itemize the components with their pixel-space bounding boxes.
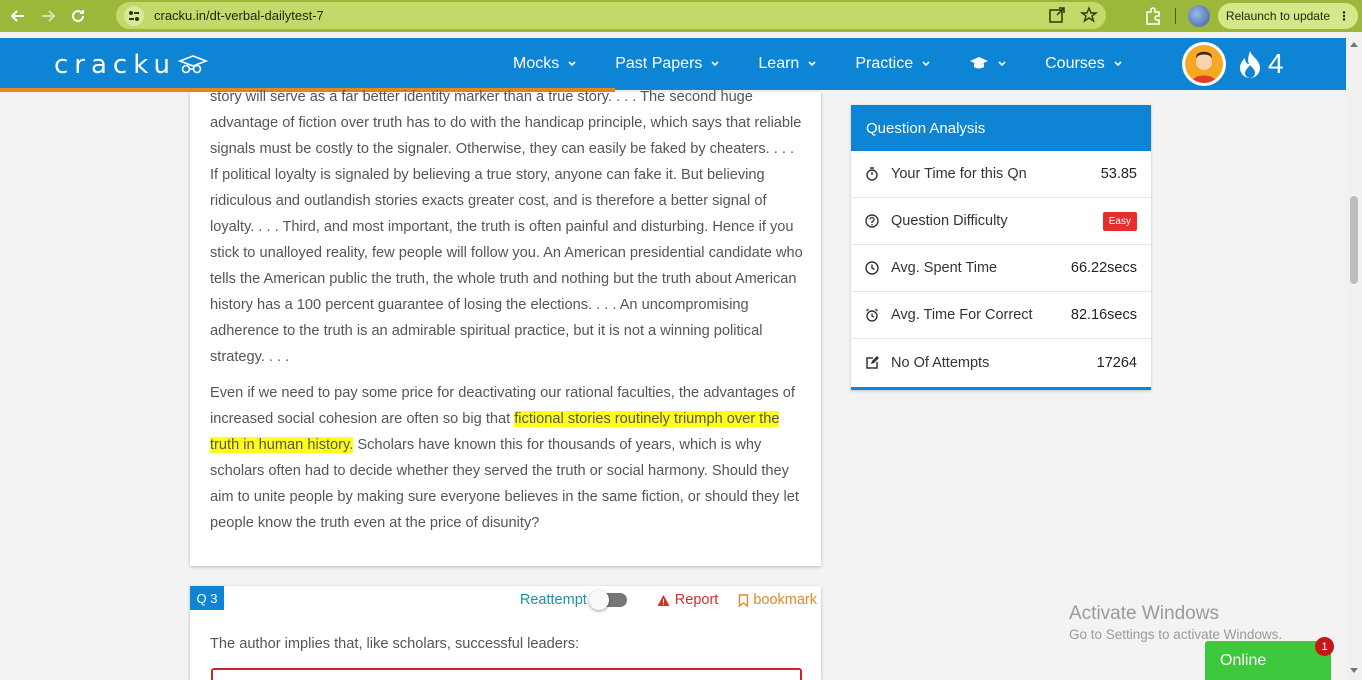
reload-icon[interactable] xyxy=(66,4,90,28)
online-chat-label: Online xyxy=(1220,651,1267,669)
chevron-down-icon xyxy=(922,61,930,67)
passage-card: story will serve as a far better identit… xyxy=(190,89,821,566)
passage-paragraph-2: Even if we need to pay some price for de… xyxy=(210,380,805,536)
back-icon[interactable] xyxy=(6,4,30,28)
graduation-cap-icon xyxy=(177,55,208,74)
question-analysis-panel: Question Analysis Your Time for this Qn … xyxy=(851,105,1151,390)
more-vert-icon[interactable]: ⋮ xyxy=(1338,9,1350,23)
passage-text: story will serve as a far better identit… xyxy=(210,84,805,546)
question-circle-icon xyxy=(865,214,879,228)
scroll-up-icon[interactable] xyxy=(1350,42,1358,47)
answer-option[interactable] xyxy=(211,668,802,680)
relaunch-label: Relaunch to update xyxy=(1225,9,1330,23)
browser-toolbar: cracku.in/dt-verbal-dailytest-7 Relaunch… xyxy=(0,0,1362,32)
page-scrollbar[interactable] xyxy=(1346,38,1362,680)
online-chat-button[interactable]: Online xyxy=(1205,641,1331,680)
scroll-thumb[interactable] xyxy=(1350,196,1358,284)
analysis-row-avg-spent: Avg. Spent Time 66.22secs xyxy=(851,245,1151,292)
toggle-knob xyxy=(588,590,609,610)
chevron-down-icon xyxy=(711,61,719,67)
difficulty-badge: Easy xyxy=(1102,211,1137,231)
reattempt-toggle[interactable]: Reattempt xyxy=(519,590,627,610)
question-number-badge: Q 3 xyxy=(190,586,224,610)
relaunch-button[interactable]: Relaunch to update ⋮ xyxy=(1217,3,1358,29)
analysis-label: No Of Attempts xyxy=(891,354,990,371)
question-tools: Reattempt Report bookmark xyxy=(519,590,817,610)
menu-courses-label: Courses xyxy=(1045,55,1105,72)
report-label: Report xyxy=(674,592,719,608)
scroll-down-icon[interactable] xyxy=(1350,668,1358,673)
menu-mocks[interactable]: Mocks xyxy=(513,55,577,73)
passage-paragraph-1: story will serve as a far better identit… xyxy=(210,89,803,365)
address-bar[interactable]: cracku.in/dt-verbal-dailytest-7 xyxy=(116,2,1106,29)
chevron-down-icon xyxy=(568,61,576,67)
menu-education[interactable] xyxy=(969,56,1007,72)
menu-past-papers-label: Past Papers xyxy=(615,55,703,72)
menu-mocks-label: Mocks xyxy=(513,55,560,72)
warning-icon xyxy=(657,594,670,606)
edit-icon xyxy=(866,355,879,369)
extensions-icon[interactable] xyxy=(1143,6,1163,26)
bookmark-label: bookmark xyxy=(753,592,817,608)
analysis-row-difficulty: Question Difficulty Easy xyxy=(851,198,1151,245)
analysis-value: 53.85 xyxy=(1100,166,1137,182)
avatar[interactable] xyxy=(1182,42,1226,86)
forward-icon[interactable] xyxy=(36,4,60,28)
activate-windows-watermark: Activate Windows Go to Settings to activ… xyxy=(1069,603,1282,642)
analysis-value: 66.22secs xyxy=(1070,260,1137,276)
question-text: The author implies that, like scholars, … xyxy=(210,636,580,652)
chevron-down-icon xyxy=(808,61,816,67)
activate-windows-title: Activate Windows xyxy=(1069,603,1219,624)
reattempt-label: Reattempt xyxy=(519,592,587,608)
main-menu: Mocks Past Papers Learn Practice Courses xyxy=(513,38,1161,90)
question-card: Q 3 Reattempt Report bookmark The author… xyxy=(190,586,821,680)
streak-counter[interactable]: 4 xyxy=(1236,48,1284,80)
analysis-label: Avg. Spent Time xyxy=(891,260,998,276)
bookmark-icon xyxy=(739,593,749,607)
flame-icon xyxy=(1240,51,1260,78)
chevron-down-icon xyxy=(1114,61,1122,67)
analysis-label: Avg. Time For Correct xyxy=(891,307,1033,323)
question-analysis-title: Question Analysis xyxy=(851,105,1151,151)
analysis-value: 82.16secs xyxy=(1070,307,1137,323)
activate-windows-subtitle: Go to Settings to activate Windows. xyxy=(1069,627,1283,642)
analysis-label: Question Difficulty xyxy=(891,213,1008,229)
logo-text: cracku xyxy=(54,50,176,80)
menu-practice-label: Practice xyxy=(855,55,914,72)
analysis-label: Your Time for this Qn xyxy=(891,166,1027,182)
clock-icon xyxy=(865,261,879,275)
menu-learn-label: Learn xyxy=(758,55,800,72)
analysis-row-avg-correct: Avg. Time For Correct 82.16secs xyxy=(851,292,1151,339)
menu-past-papers[interactable]: Past Papers xyxy=(615,55,720,73)
analysis-value: 17264 xyxy=(1096,354,1137,371)
profile-icon[interactable] xyxy=(1187,5,1210,27)
report-button[interactable]: Report xyxy=(657,592,719,608)
menu-courses[interactable]: Courses xyxy=(1045,55,1123,73)
menu-practice[interactable]: Practice xyxy=(855,55,931,73)
url-text: cracku.in/dt-verbal-dailytest-7 xyxy=(154,8,324,23)
site-header: cracku Mocks Past Papers Learn Practice … xyxy=(0,38,1346,90)
menu-learn[interactable]: Learn xyxy=(758,55,817,73)
star-icon[interactable] xyxy=(1080,6,1098,24)
toggle-switch[interactable] xyxy=(588,590,627,610)
streak-count: 4 xyxy=(1268,48,1284,79)
stopwatch-icon xyxy=(866,167,878,181)
site-info-icon[interactable] xyxy=(124,5,144,26)
open-external-icon[interactable] xyxy=(1048,6,1066,24)
analysis-row-your-time: Your Time for this Qn 53.85 xyxy=(851,151,1151,198)
cracku-logo[interactable]: cracku xyxy=(54,50,208,80)
analysis-row-attempts: No Of Attempts 17264 xyxy=(851,339,1151,386)
chat-notification-badge: 1 xyxy=(1315,637,1334,656)
toolbar-separator xyxy=(1174,8,1176,24)
bookmark-button[interactable]: bookmark xyxy=(738,592,817,608)
graduation-cap-icon xyxy=(970,57,989,69)
chevron-down-icon xyxy=(998,61,1006,67)
alarm-clock-icon xyxy=(866,308,878,322)
